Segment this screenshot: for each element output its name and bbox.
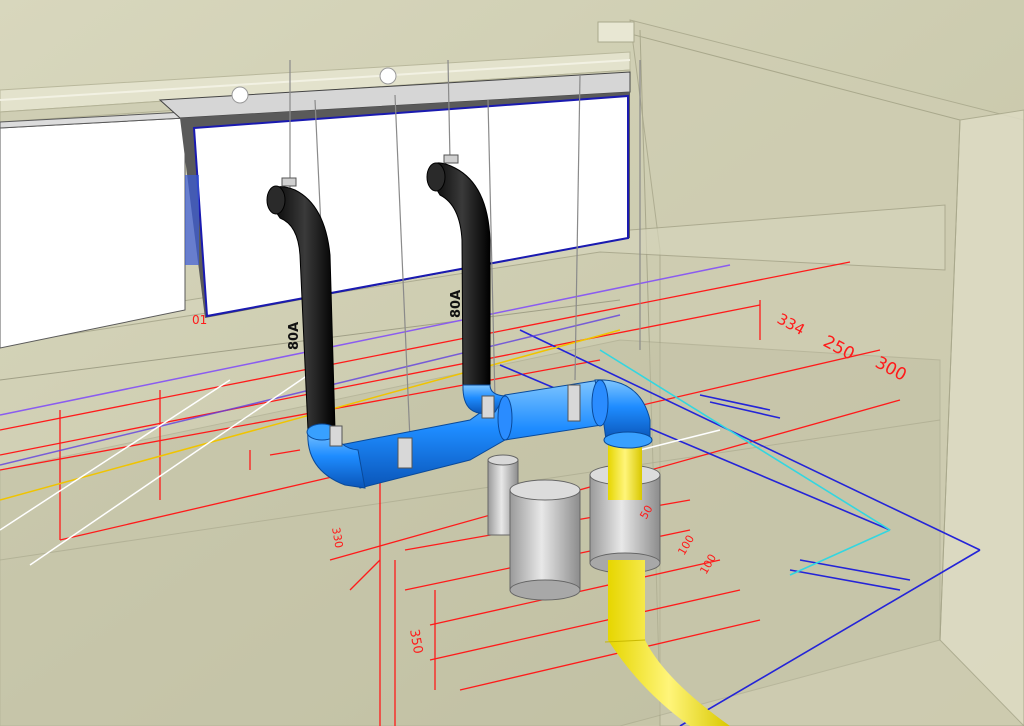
3d-piping-scene: 80A 80A 334 250 300 50 100 100 330 350 0…: [0, 0, 1024, 726]
equipment-box-left: [0, 111, 186, 349]
pipe-size-label-right: 80A: [449, 290, 464, 318]
edge-label-01: 01: [192, 313, 207, 327]
pipe-size-label-left: 80A: [287, 322, 302, 350]
